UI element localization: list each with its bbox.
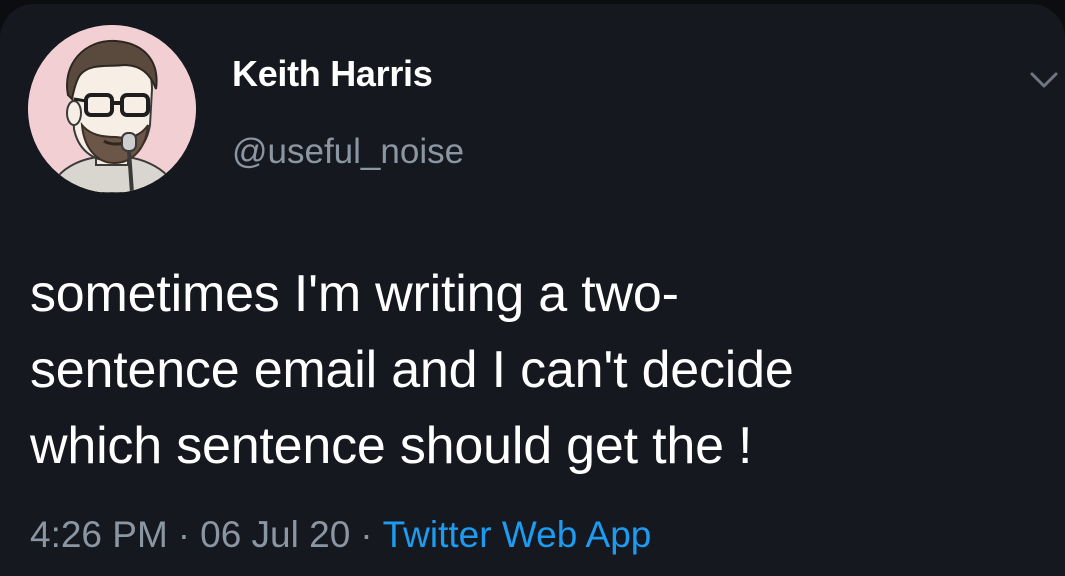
avatar[interactable] [28, 25, 196, 193]
chevron-down-icon[interactable] [1024, 60, 1064, 100]
tweet-metadata: 4:26 PM · 06 Jul 20 · Twitter Web App [30, 514, 651, 556]
screenshot-frame: Keith Harris @useful_noise sometimes I'm… [0, 0, 1065, 576]
meta-separator: · [360, 514, 373, 555]
tweet-source-link[interactable]: Twitter Web App [383, 514, 652, 555]
tweet-date[interactable]: 06 Jul 20 [200, 514, 350, 555]
tweet-time[interactable]: 4:26 PM [30, 514, 168, 555]
display-name[interactable]: Keith Harris [232, 53, 433, 95]
tweet-card: Keith Harris @useful_noise sometimes I'm… [0, 4, 1065, 576]
meta-separator: · [177, 514, 191, 555]
tweet-text: sometimes I'm writing a two- sentence em… [30, 265, 794, 475]
avatar-portrait-icon [28, 25, 196, 193]
user-handle[interactable]: @useful_noise [232, 132, 464, 172]
